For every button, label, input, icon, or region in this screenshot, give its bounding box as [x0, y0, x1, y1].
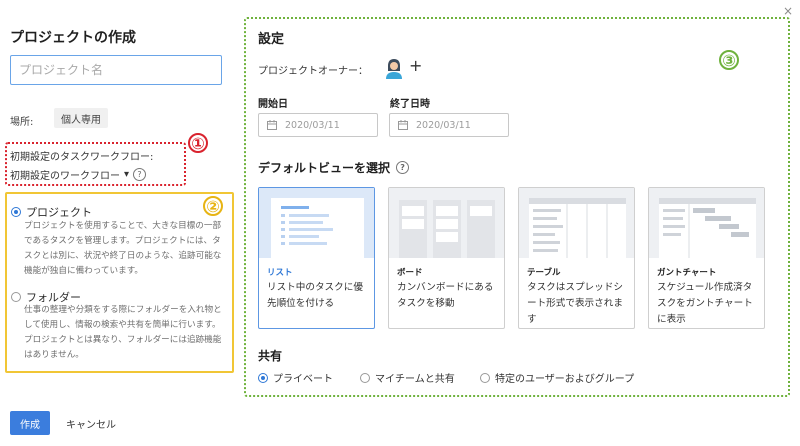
view-card-gantt[interactable]: ガントチャート スケジュール作成済タスクをガントチャートに表示 — [648, 187, 765, 329]
end-date-input[interactable]: 2020/03/11 — [389, 113, 509, 137]
share-option-team[interactable]: マイチームと共有 — [360, 370, 455, 385]
end-date-placeholder: 2020/03/11 — [416, 119, 471, 131]
chevron-down-icon: ▾ — [124, 169, 130, 180]
location-label: 場所: — [10, 117, 34, 128]
view-card-list-desc: リスト中のタスクに優先順位を付ける — [267, 282, 363, 309]
radio-team[interactable] — [360, 372, 370, 383]
calendar-icon — [398, 120, 408, 130]
radio-folder[interactable] — [11, 292, 21, 302]
view-card-gantt-title: ガントチャート — [657, 268, 717, 278]
view-card-table-desc: タスクはスプレッドシート形式で表示されます — [527, 282, 623, 325]
view-card-table[interactable]: テーブル タスクはスプレッドシート形式で表示されます — [518, 187, 635, 329]
radio-specific[interactable] — [480, 372, 490, 383]
view-card-list[interactable]: リスト リスト中のタスクに優先順位を付ける — [258, 187, 375, 329]
end-date-label: 終了日時 — [390, 99, 430, 110]
workflow-select[interactable]: 初期設定のワークフロー ▾ ? — [10, 167, 147, 182]
table-view-thumbnail — [519, 188, 634, 258]
workflow-select-value: 初期設定のワークフロー — [10, 171, 120, 182]
view-card-board-title: ボード — [397, 268, 423, 278]
start-date-placeholder: 2020/03/11 — [285, 119, 340, 131]
radio-private[interactable] — [258, 372, 268, 383]
cancel-button[interactable]: キャンセル — [66, 416, 116, 431]
project-name-input[interactable] — [10, 55, 222, 85]
share-title: 共有 — [258, 349, 283, 363]
share-option-private-label: プライベート — [273, 374, 333, 385]
owner-label: プロジェクトオーナー： — [258, 66, 368, 77]
type-option-project-desc: プロジェクトを使用することで、大きな目標の一部であるタスクを管理します。プロジェ… — [24, 221, 222, 276]
calendar-icon — [267, 120, 277, 130]
type-option-folder-desc: 仕事の整理や分類をする際にフォルダーを入れ物として使用し、情報の検索や共有を簡単… — [24, 305, 222, 360]
start-date-input[interactable]: 2020/03/11 — [258, 113, 378, 137]
start-date-label: 開始日 — [258, 99, 288, 110]
location-value[interactable]: 個人専用 — [54, 108, 108, 128]
list-view-thumbnail — [259, 188, 374, 258]
annotation-1: ① — [188, 133, 208, 153]
close-icon[interactable]: × — [783, 4, 793, 18]
share-option-specific-label: 特定のユーザーおよびグループ — [495, 374, 635, 385]
settings-title: 設定 — [258, 32, 285, 47]
view-card-list-title: リスト — [267, 268, 293, 278]
type-option-project[interactable]: プロジェクト — [11, 204, 92, 220]
type-option-project-label: プロジェクト — [26, 206, 92, 219]
default-view-title-text: デフォルトビューを選択 — [258, 161, 391, 175]
dialog-title: プロジェクトの作成 — [10, 30, 136, 46]
help-icon[interactable]: ? — [133, 168, 147, 181]
share-option-private[interactable]: プライベート — [258, 370, 333, 385]
view-card-table-title: テーブル — [527, 268, 561, 278]
add-owner-button[interactable]: + — [409, 56, 422, 75]
view-card-board[interactable]: ボード カンバンボードにあるタスクを移動 — [388, 187, 505, 329]
view-card-board-desc: カンバンボードにあるタスクを移動 — [397, 282, 494, 309]
create-button[interactable]: 作成 — [10, 411, 50, 435]
help-icon[interactable]: ? — [396, 161, 410, 174]
share-option-team-label: マイチームと共有 — [375, 374, 455, 385]
gantt-view-thumbnail — [649, 188, 764, 258]
board-view-thumbnail — [389, 188, 504, 258]
default-view-title: デフォルトビューを選択 ? — [258, 159, 410, 176]
view-card-gantt-desc: スケジュール作成済タスクをガントチャートに表示 — [657, 282, 753, 325]
user-avatar-icon[interactable] — [385, 57, 403, 79]
radio-project[interactable] — [11, 207, 21, 217]
workflow-label: 初期設定のタスクワークフロー: — [10, 152, 154, 163]
share-option-specific[interactable]: 特定のユーザーおよびグループ — [480, 370, 634, 385]
